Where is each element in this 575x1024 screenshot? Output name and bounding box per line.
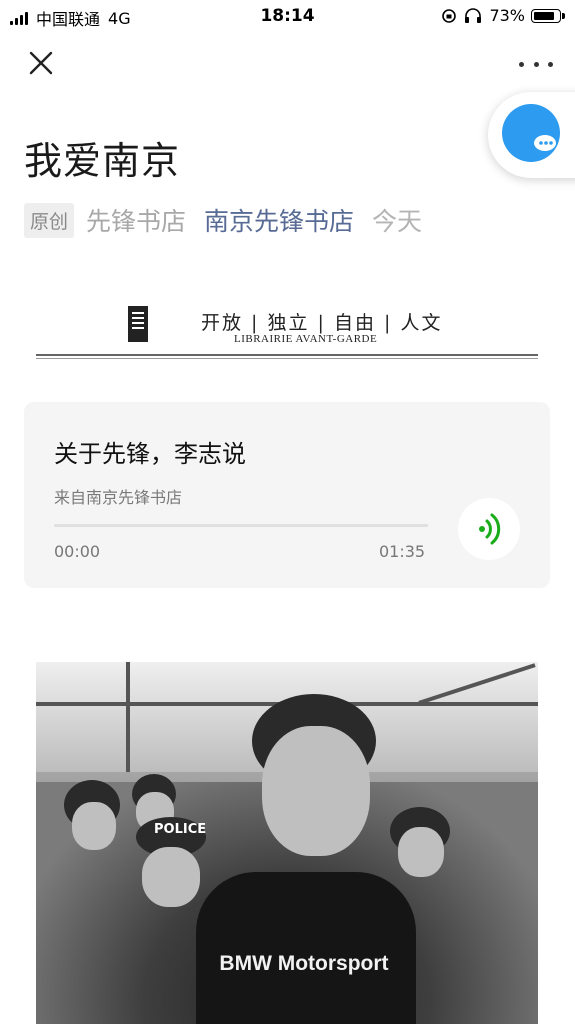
battery-percent: 73% — [489, 6, 525, 25]
audio-wave-icon — [479, 513, 501, 545]
bookstore-logo — [128, 306, 148, 342]
photo-cap-text: POLICE — [154, 822, 207, 837]
photo-shirt-text: BMW Motorsport — [219, 952, 389, 975]
status-right: 73% — [441, 6, 565, 25]
status-bar: 中国联通 4G 18:14 73% — [0, 0, 575, 34]
article-title: 我爱南京 — [24, 139, 181, 183]
banner-divider — [36, 354, 538, 356]
article-meta: 原创 先锋书店 南京先锋书店 今天 — [24, 202, 422, 238]
account-link[interactable]: 南京先锋书店 — [204, 202, 354, 238]
audio-total-time: 01:35 — [379, 542, 426, 561]
floating-chat-button[interactable] — [488, 92, 575, 178]
banner-slogan: 开放 | 独立 | 自由 | 人文 — [201, 312, 443, 334]
audio-source: 来自南京先锋书店 — [54, 488, 183, 507]
chat-icon — [502, 104, 560, 162]
more-icon — [519, 61, 524, 67]
author-name: 先锋书店 — [86, 207, 187, 236]
audio-title: 关于先锋，李志说 — [54, 440, 246, 468]
audio-play-button[interactable] — [458, 498, 520, 560]
photo-shirt — [196, 872, 416, 1024]
close-button[interactable] — [26, 48, 56, 78]
original-badge: 原创 — [24, 202, 75, 238]
audio-player-card[interactable]: 关于先锋，李志说 来自南京先锋书店 00:00 01:35 — [24, 402, 550, 588]
more-button[interactable] — [519, 52, 553, 76]
bookstore-banner: 开放 | 独立 | 自由 | 人文 LIBRAIRIE AVANT-GARDE — [36, 300, 538, 362]
headphones-icon — [465, 7, 482, 23]
close-icon — [29, 51, 53, 75]
battery-icon — [531, 8, 565, 23]
banner-subtitle: LIBRAIRIE AVANT-GARDE — [234, 333, 378, 345]
audio-current-time: 00:00 — [54, 542, 101, 561]
article-photo: POLICE BMW Motorsport — [36, 662, 538, 1024]
publish-date: 今天 — [372, 207, 423, 236]
audio-progress-bar[interactable] — [54, 524, 428, 527]
orientation-lock-icon — [442, 8, 457, 23]
